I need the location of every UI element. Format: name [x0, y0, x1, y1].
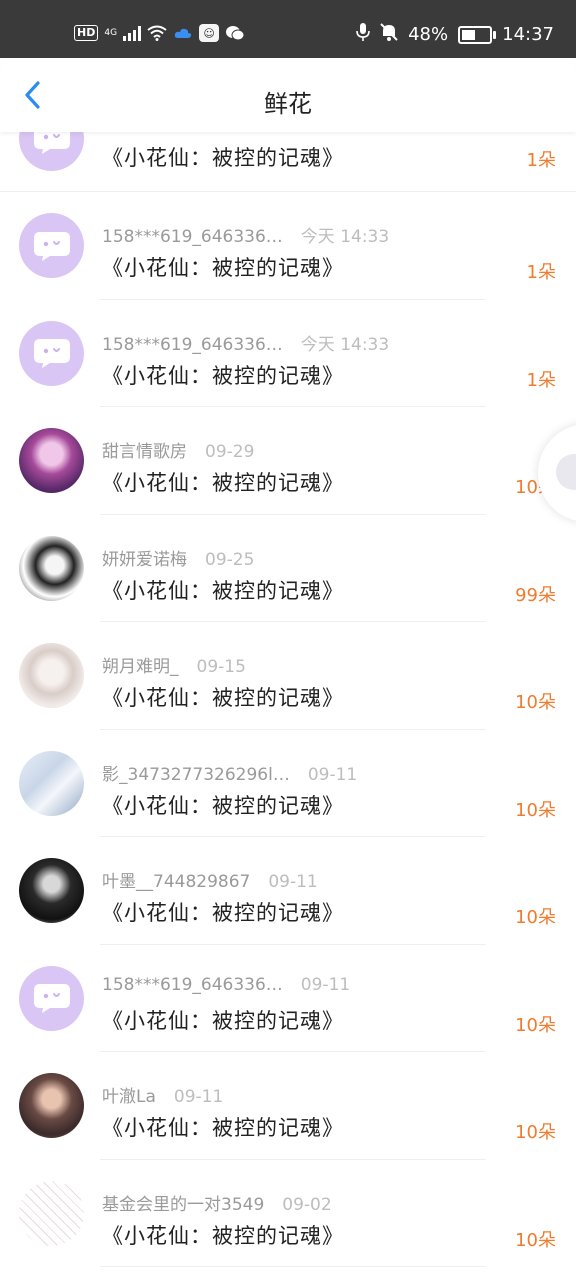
- user-name[interactable]: 叶澈La: [102, 1087, 156, 1107]
- floating-button-icon: [556, 454, 576, 490]
- list-item-meta: 158***619_646336… 今天 14:33: [102, 222, 389, 247]
- book-title[interactable]: 《小花仙：被控的记魂》: [102, 1112, 344, 1142]
- book-title[interactable]: 《小花仙：被控的记魂》: [102, 1220, 344, 1250]
- avatar[interactable]: [19, 320, 84, 386]
- avatar[interactable]: [19, 1073, 84, 1138]
- book-title[interactable]: 《小花仙：被控的记魂》: [102, 360, 344, 390]
- wechat-icon: [225, 24, 245, 42]
- list-item[interactable]: 叶墨__744829867 09-11 《小花仙：被控的记魂》 10朵: [0, 837, 576, 945]
- timestamp: 09-02: [282, 1194, 332, 1215]
- user-name[interactable]: 158***619_646336…: [102, 335, 283, 355]
- user-name[interactable]: 叶墨__744829867: [102, 872, 250, 892]
- timestamp: 09-11: [307, 764, 358, 785]
- signal-icon: [123, 25, 142, 41]
- cloud-icon: [173, 24, 193, 42]
- book-title[interactable]: 《小花仙：被控的记魂》: [102, 252, 344, 282]
- list-item[interactable]: 基金会里的一对3549 09-02 《小花仙：被控的记魂》 10朵: [0, 1160, 576, 1267]
- book-title[interactable]: 《小花仙：被控的记魂》: [102, 1005, 344, 1035]
- user-name[interactable]: 158***619_646336…: [102, 227, 283, 247]
- avatar[interactable]: [19, 535, 84, 601]
- chat-bubble-icon: [33, 339, 70, 368]
- battery-icon: [458, 25, 497, 44]
- list-item[interactable]: 甜言情歌房 09-29 《小花仙：被控的记魂》 10朵: [0, 407, 576, 515]
- list-item[interactable]: 叶澈La 09-11 《小花仙：被控的记魂》 10朵: [0, 1052, 576, 1160]
- network-type: 4G: [104, 27, 118, 38]
- flower-count: 10朵: [515, 692, 556, 713]
- flower-count: 10朵: [515, 907, 556, 928]
- book-title[interactable]: 《小花仙：被控的记魂》: [102, 467, 344, 497]
- timestamp: 09-11: [173, 1087, 224, 1107]
- book-title[interactable]: 《小花仙：被控的记魂》: [102, 897, 344, 927]
- flower-count: 10朵: [515, 1014, 556, 1036]
- user-name[interactable]: 基金会里的一对3549: [102, 1195, 264, 1215]
- status-left: HD 4G ☺: [74, 24, 245, 42]
- list-item[interactable]: 158***619_646336… 09-11 《小花仙：被控的记魂》 10朵: [0, 945, 576, 1052]
- timestamp: 09-25: [205, 549, 255, 570]
- list-item-meta: 影_3473277326296l… 09-11: [102, 760, 357, 785]
- timestamp: 09-15: [196, 657, 246, 677]
- avatar[interactable]: [19, 643, 84, 708]
- status-bar: HD 4G ☺ 48% 14:37: [0, 0, 576, 58]
- flower-count: 10朵: [515, 1122, 556, 1143]
- list-item[interactable]: 《小花仙：被控的记魂》 1朵: [0, 106, 576, 192]
- user-name[interactable]: 158***619_646336…: [102, 975, 283, 995]
- user-name[interactable]: 甜言情歌房: [102, 442, 187, 462]
- list-item-meta: 妍妍爱诺梅 09-25: [102, 545, 254, 570]
- flower-list: 《小花仙：被控的记魂》 1朵 158***619_646336… 今天 14:33 《小…: [0, 106, 576, 1267]
- list-item-meta: 158***619_646336… 09-11: [102, 975, 350, 995]
- book-title[interactable]: 《小花仙：被控的记魂》: [102, 790, 344, 820]
- user-name[interactable]: 影_3473277326296l…: [102, 765, 290, 785]
- avatar[interactable]: [19, 750, 84, 816]
- list-item-meta: 朔月难明_ 09-15: [102, 652, 246, 677]
- mic-icon: [356, 22, 370, 47]
- timestamp: 今天 14:33: [300, 227, 390, 247]
- avatar[interactable]: [19, 1180, 84, 1246]
- avatar[interactable]: [19, 213, 84, 278]
- list-item-meta: 叶墨__744829867 09-11: [102, 867, 318, 892]
- avatar[interactable]: [19, 428, 84, 493]
- flower-count: 10朵: [515, 1229, 556, 1251]
- divider: [100, 1266, 486, 1267]
- list-item[interactable]: 影_3473277326296l… 09-11 《小花仙：被控的记魂》 10朵: [0, 730, 576, 837]
- timestamp: 09-11: [300, 974, 351, 995]
- list-item[interactable]: 158***619_646336… 今天 14:33 《小花仙：被控的记魂》 1朵: [0, 192, 576, 300]
- mute-icon: [380, 22, 398, 47]
- avatar[interactable]: [19, 965, 84, 1031]
- list-item-meta: 158***619_646336… 今天 14:33: [102, 330, 389, 355]
- hd-badge: HD: [74, 25, 99, 41]
- list-item-meta: 甜言情歌房 09-29: [102, 437, 254, 462]
- user-name[interactable]: 妍妍爱诺梅: [102, 550, 187, 570]
- flower-count: 1朵: [526, 150, 556, 171]
- flower-count: 10朵: [515, 799, 556, 821]
- book-title[interactable]: 《小花仙：被控的记魂》: [102, 575, 344, 605]
- list-item[interactable]: 158***619_646336… 今天 14:33 《小花仙：被控的记魂》 1朵: [0, 300, 576, 407]
- list-item[interactable]: 朔月难明_ 09-15 《小花仙：被控的记魂》 10朵: [0, 622, 576, 730]
- page-title: 鲜花: [264, 90, 312, 118]
- clock: 14:37: [502, 24, 554, 45]
- battery-percent: 48%: [408, 24, 449, 45]
- timestamp: 09-29: [205, 442, 255, 462]
- timestamp: 09-11: [268, 872, 318, 892]
- book-title[interactable]: 《小花仙：被控的记魂》: [102, 142, 344, 172]
- avatar[interactable]: [19, 858, 84, 923]
- timestamp: 今天 14:33: [300, 334, 390, 355]
- book-title[interactable]: 《小花仙：被控的记魂》: [102, 682, 344, 712]
- flower-count: 99朵: [515, 584, 556, 606]
- list-item-meta: 叶澈La 09-11: [102, 1082, 223, 1107]
- list-item[interactable]: 妍妍爱诺梅 09-25 《小花仙：被控的记魂》 99朵: [0, 515, 576, 622]
- app-icon: ☺: [199, 24, 220, 42]
- wifi-icon: [147, 24, 167, 42]
- chat-bubble-icon: [33, 984, 70, 1013]
- chat-bubble-icon: [33, 231, 70, 261]
- flower-count: 1朵: [526, 262, 556, 283]
- flower-count: 1朵: [526, 369, 556, 391]
- list-item-meta: 基金会里的一对3549 09-02: [102, 1190, 332, 1215]
- user-name[interactable]: 朔月难明_: [102, 657, 179, 677]
- status-right: 48% 14:37: [356, 22, 554, 47]
- page-header: 鲜花: [0, 58, 576, 132]
